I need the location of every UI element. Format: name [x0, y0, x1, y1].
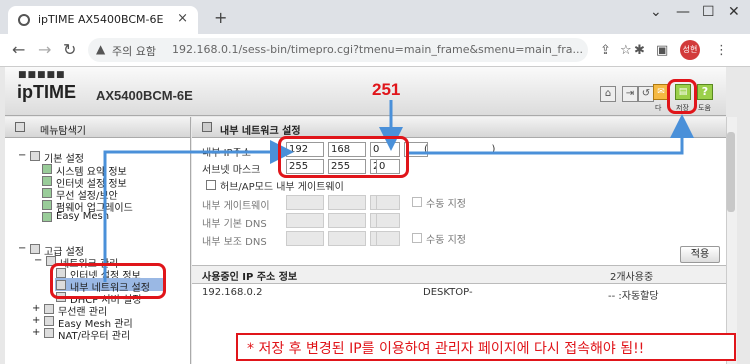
ip-highlight-box — [278, 136, 409, 178]
annotation-number: 251 — [372, 80, 401, 99]
sidebar-highlight-box — [50, 263, 166, 299]
save-highlight-box — [667, 79, 697, 114]
annotation-arrows — [103, 100, 694, 282]
notice-text: * 저장 후 변경된 IP를 이용하여 관리자 페이지에 다시 접속해야 됨!! — [247, 341, 645, 357]
arrow-ip-to-save — [408, 114, 694, 155]
